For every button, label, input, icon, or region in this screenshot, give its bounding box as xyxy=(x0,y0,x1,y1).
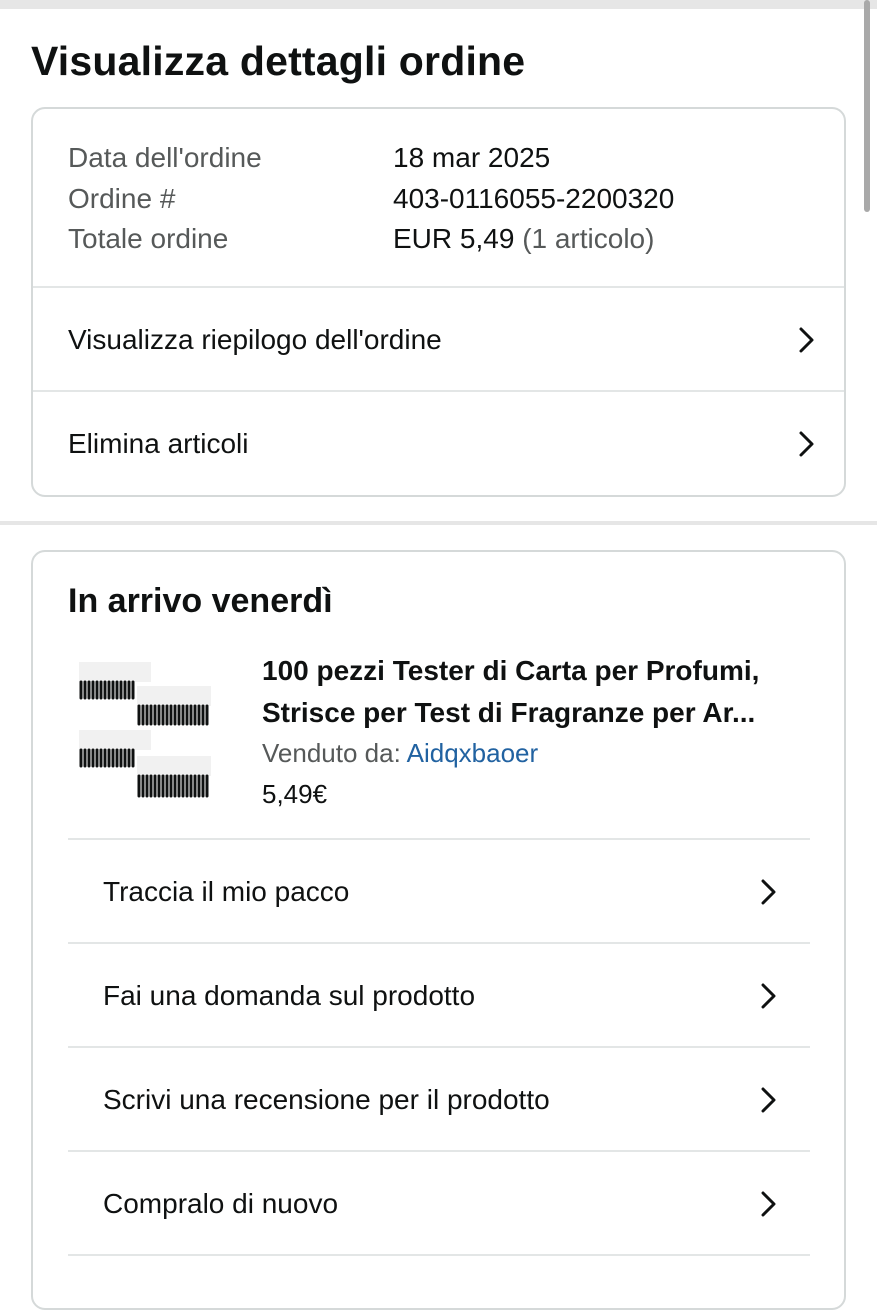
write-review-label: Scrivi una recensione per il prodotto xyxy=(103,1084,550,1115)
seller-name-link[interactable]: Aidqxbaoer xyxy=(407,738,539,768)
track-package-label: Traccia il mio pacco xyxy=(103,876,350,907)
section-separator xyxy=(0,521,877,525)
order-date-value: 18 mar 2025 xyxy=(393,142,551,173)
order-date-label: Data dell'ordine xyxy=(68,142,262,173)
shipment-card: In arrivo venerdì 100 pezzi Tester di Ca… xyxy=(31,550,846,1310)
order-number-value: 403-0116055-2200320 xyxy=(393,183,675,214)
order-total-amount: EUR 5,49 xyxy=(393,223,515,254)
buy-again-button[interactable]: Compralo di nuovo xyxy=(68,1152,810,1256)
chevron-right-icon xyxy=(761,1191,776,1217)
product-title-link[interactable]: 100 pezzi Tester di Carta per Profumi, S… xyxy=(262,650,822,734)
page-title: Visualizza dettagli ordine xyxy=(31,38,526,84)
scrollbar-thumb[interactable] xyxy=(864,0,870,212)
product-price: 5,49€ xyxy=(262,779,328,809)
seller-label: Venduto da: xyxy=(262,738,401,768)
order-info: Data dell'ordine 18 mar 2025 Ordine # 40… xyxy=(33,109,844,287)
delete-items-link[interactable]: Elimina articoli xyxy=(33,392,844,495)
track-package-button[interactable]: Traccia il mio pacco xyxy=(68,840,810,944)
order-total-label: Totale ordine xyxy=(68,223,229,254)
arrival-heading: In arrivo venerdì xyxy=(68,582,333,620)
seller-info: Venduto da: Aidqxbaoer xyxy=(262,736,538,770)
chevron-right-icon xyxy=(761,1087,776,1113)
delete-items-label: Elimina articoli xyxy=(68,428,249,459)
ask-product-question-label: Fai una domanda sul prodotto xyxy=(103,980,476,1011)
buy-again-label: Compralo di nuovo xyxy=(103,1188,339,1219)
product-image[interactable] xyxy=(75,660,215,800)
chevron-right-icon xyxy=(799,431,814,457)
write-review-button[interactable]: Scrivi una recensione per il prodotto xyxy=(68,1048,810,1152)
order-number-label: Ordine # xyxy=(68,183,176,214)
view-order-summary-link[interactable]: Visualizza riepilogo dell'ordine xyxy=(33,288,844,392)
divider xyxy=(68,1254,810,1256)
chevron-right-icon xyxy=(761,983,776,1009)
top-edge-bar xyxy=(0,0,877,9)
view-order-summary-label: Visualizza riepilogo dell'ordine xyxy=(68,324,442,355)
order-total-items: (1 articolo) xyxy=(522,223,655,254)
chevron-right-icon xyxy=(799,327,814,353)
order-total-value: EUR 5,49 (1 articolo) xyxy=(393,219,654,259)
ask-product-question-button[interactable]: Fai una domanda sul prodotto xyxy=(68,944,810,1048)
chevron-right-icon xyxy=(761,879,776,905)
order-summary-card: Data dell'ordine 18 mar 2025 Ordine # 40… xyxy=(31,107,846,497)
